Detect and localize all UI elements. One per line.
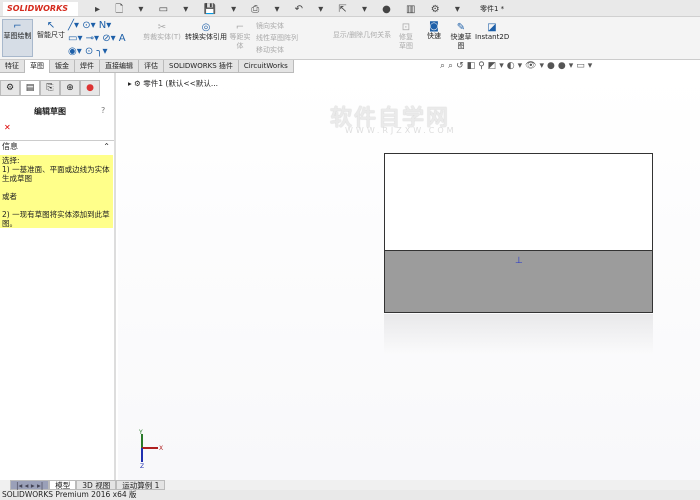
quick-snaps-button[interactable]: ◙ 快速 — [423, 20, 445, 41]
snap-icon: ◙ — [429, 21, 439, 32]
smart-dimension-button[interactable]: ↖ 智能尺寸 — [35, 19, 67, 40]
tab-3d-view[interactable]: 3D 视图 — [76, 480, 117, 490]
tab-motion-study[interactable]: 运动算例 1 — [116, 480, 166, 490]
tab-model[interactable]: 模型 — [49, 480, 77, 490]
sketch-label: 草图绘制 — [3, 32, 32, 40]
status-bar: SOLIDWORKS Premium 2016 x64 版 — [0, 490, 700, 500]
help-icon[interactable]: ? — [101, 106, 105, 115]
repair-icon: ⊡ — [401, 22, 411, 33]
command-manager: ⌐ 草图绘制 ↖ 智能尺寸 ╱▾ ⊙▾ N▾ ▭▾ ⊸▾ ⊘▾ A ◉▾ ⊙ ╮▾ ✂ 剪… — [0, 17, 700, 60]
panel-title: 编辑草图 — [34, 107, 66, 116]
info-section-header[interactable]: 信息 ⌃ — [0, 140, 114, 152]
tab-circuitworks[interactable]: CircuitWorks — [238, 60, 294, 73]
command-tabs: 特征 草图 钣金 焊件 直接编辑 评估 SOLIDWORKS 插件 Circui… — [0, 60, 305, 73]
mirror-button[interactable]: 镜向实体 — [256, 20, 326, 32]
dimension-icon: ↖ — [46, 20, 56, 31]
origin-icon: ⊥ — [515, 256, 523, 266]
offset-label: 等距实体 — [229, 33, 251, 50]
sketch-button[interactable]: ⌐ 草图绘制 — [2, 19, 33, 57]
display-manager-tab[interactable]: ● — [80, 80, 100, 96]
watermark-url: WWW.RJZXW.COM — [345, 126, 457, 135]
info-message: 选择: 1) 一基准面、平面或边线为实体生成草图 或者 2) 一现有草图将实体添… — [0, 155, 113, 228]
info-line: 选择: — [2, 156, 20, 165]
tab-sheet-metal[interactable]: 钣金 — [50, 60, 75, 73]
linear-pattern-button[interactable]: 线性草图阵列 — [256, 32, 326, 44]
dimxpert-tab[interactable]: ⊕ — [60, 80, 80, 96]
rapid-sketch-label: 快速草图 — [450, 33, 472, 50]
triad-y-label: Y — [138, 429, 143, 436]
heads-up-view-toolbar[interactable]: ⌕⌕↺◧⚲◩▾◐▾👁▾●●▾▭▾ — [440, 61, 595, 71]
relations-button[interactable]: 显示/删除几何关系 — [332, 31, 392, 40]
sketch-entity-tools[interactable]: ╱▾ ⊙▾ N▾ ▭▾ ⊸▾ ⊘▾ A ◉▾ ⊙ ╮▾ — [68, 19, 138, 58]
offset-button[interactable]: ⌐ 等距实体 — [229, 21, 251, 51]
tab-sketch[interactable]: 草图 — [25, 60, 50, 73]
property-manager-tab[interactable]: ▤ — [20, 80, 40, 96]
orientation-triad: Y X Z — [138, 429, 163, 468]
quick-label: 快速 — [427, 32, 441, 40]
part-top-face[interactable] — [384, 153, 653, 250]
collapse-icon[interactable]: ⌃ — [103, 141, 110, 153]
trim-icon: ✂ — [157, 22, 167, 33]
tab-scroll-buttons[interactable]: |◂ ◂ ▸ ▸| — [10, 480, 50, 490]
info-line: 1) 一基准面、平面或边线为实体生成草图 — [2, 165, 110, 183]
instant2d-button[interactable]: ◪ Instant2D — [475, 21, 509, 42]
convert-icon: ◎ — [201, 22, 211, 33]
triad-x-label: X — [159, 445, 163, 452]
mirror-pattern-move-group[interactable]: 镜向实体 线性草图阵列 移动实体 — [256, 20, 326, 56]
feature-tree-flyout[interactable]: ▸ ⚙ 零件1 (默认<<默认... — [128, 78, 218, 89]
offset-icon: ⌐ — [235, 22, 245, 33]
info-line: 2) 一现有草图将实体添加到此草图。 — [2, 210, 110, 228]
tab-addins[interactable]: SOLIDWORKS 插件 — [164, 60, 239, 73]
tree-root[interactable]: 零件1 (默认<<默认... — [143, 79, 218, 88]
rapid-sketch-button[interactable]: ✎ 快速草图 — [449, 21, 473, 51]
convert-entities-button[interactable]: ◎ 转换实体引用 — [184, 21, 228, 42]
trim-label: 剪裁实体(T) — [143, 33, 181, 41]
manager-tabs: ⚙ ▤ ⎘ ⊕ ● — [0, 80, 100, 96]
instant2d-label: Instant2D — [475, 33, 510, 41]
convert-label: 转换实体引用 — [185, 33, 227, 41]
move-button[interactable]: 移动实体 — [256, 44, 326, 56]
info-line: 或者 — [2, 192, 17, 201]
part-reflection — [384, 314, 653, 354]
bottom-tabs: |◂ ◂ ▸ ▸| 模型 3D 视图 运动算例 1 — [0, 480, 700, 490]
configuration-manager-tab[interactable]: ⎘ — [40, 80, 60, 96]
title-bar: SOLIDWORKS ▸ 🗋 ▾ ▭ ▾ 💾 ▾ ⎙ ▾ ↶ ▾ ⇱ ▾ ● ▥… — [0, 0, 700, 17]
sketch-icon: ⌐ — [13, 21, 22, 32]
info-header-label: 信息 — [2, 142, 18, 151]
repair-label: 修复草图 — [399, 33, 413, 50]
tab-direct-edit[interactable]: 直接编辑 — [100, 60, 139, 73]
smart-dim-label: 智能尺寸 — [37, 31, 65, 39]
triad-z-label: Z — [140, 463, 144, 468]
cancel-icon[interactable]: ✕ — [4, 123, 11, 132]
document-title: 零件1 * — [480, 5, 505, 13]
instant2d-icon: ◪ — [487, 22, 497, 33]
tab-weldments[interactable]: 焊件 — [75, 60, 100, 73]
tab-features[interactable]: 特征 — [0, 60, 25, 73]
property-manager-panel — [0, 73, 116, 480]
tab-evaluate[interactable]: 评估 — [139, 60, 164, 73]
rapid-sketch-icon: ✎ — [456, 22, 466, 33]
feature-manager-tab[interactable]: ⚙ — [0, 80, 20, 96]
trim-button[interactable]: ✂ 剪裁实体(T) — [142, 21, 182, 42]
repair-sketch-button[interactable]: ⊡ 修复草图 — [396, 21, 416, 51]
solidworks-logo[interactable]: SOLIDWORKS — [3, 2, 78, 16]
